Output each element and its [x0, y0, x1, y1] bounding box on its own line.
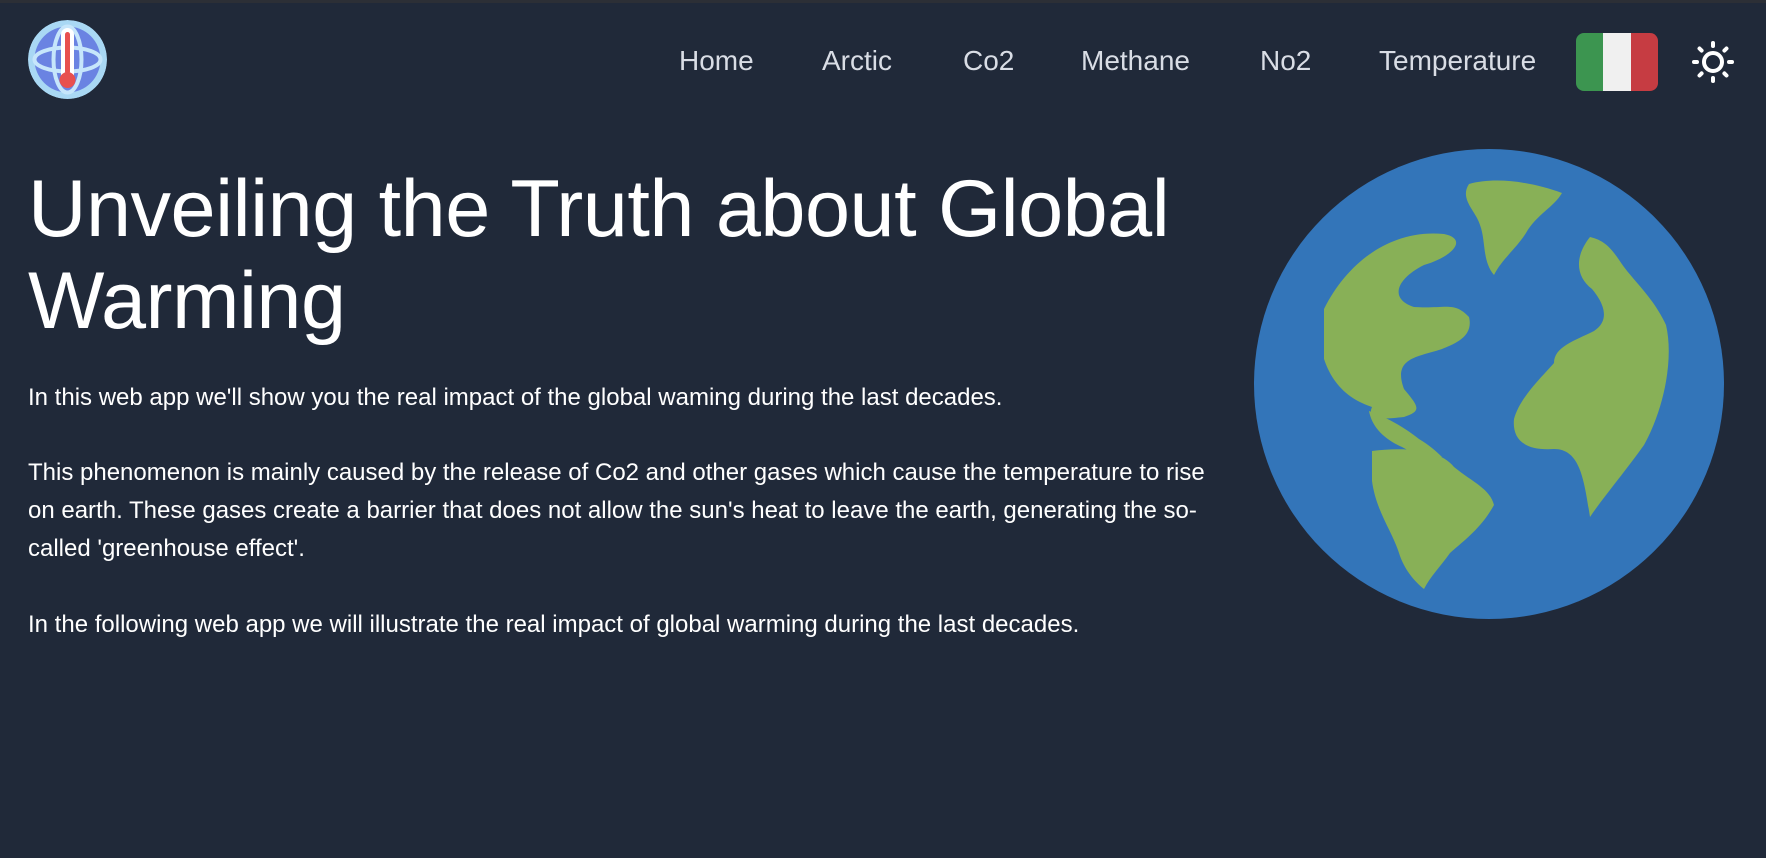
italy-flag-icon[interactable]	[1576, 33, 1658, 91]
intro-paragraph: In this web app we'll show you the real …	[28, 384, 1003, 411]
earth-globe-icon	[1254, 149, 1724, 619]
flag-stripe-red	[1630, 33, 1658, 91]
nav-link-home[interactable]: Home	[679, 41, 754, 81]
flag-stripe-green	[1576, 33, 1604, 91]
nav-link-co2[interactable]: Co2	[963, 41, 1014, 81]
page-title: Unveiling the Truth about Global Warming	[28, 164, 1170, 346]
nav-link-methane[interactable]: Methane	[1081, 41, 1190, 81]
nav-link-no2[interactable]: No2	[1260, 41, 1311, 81]
nav-link-arctic[interactable]: Arctic	[822, 41, 892, 81]
summary-paragraph: In the following web app we will illustr…	[28, 611, 1080, 638]
thermometer-globe-icon[interactable]	[28, 20, 107, 99]
flag-stripe-white	[1603, 33, 1631, 91]
nav-link-temperature[interactable]: Temperature	[1379, 41, 1536, 81]
header: Home Arctic Co2 Methane No2 Temperature	[0, 3, 1766, 115]
sun-icon[interactable]	[1691, 40, 1735, 84]
cause-paragraph: This phenomenon is mainly caused by the …	[28, 459, 1205, 562]
